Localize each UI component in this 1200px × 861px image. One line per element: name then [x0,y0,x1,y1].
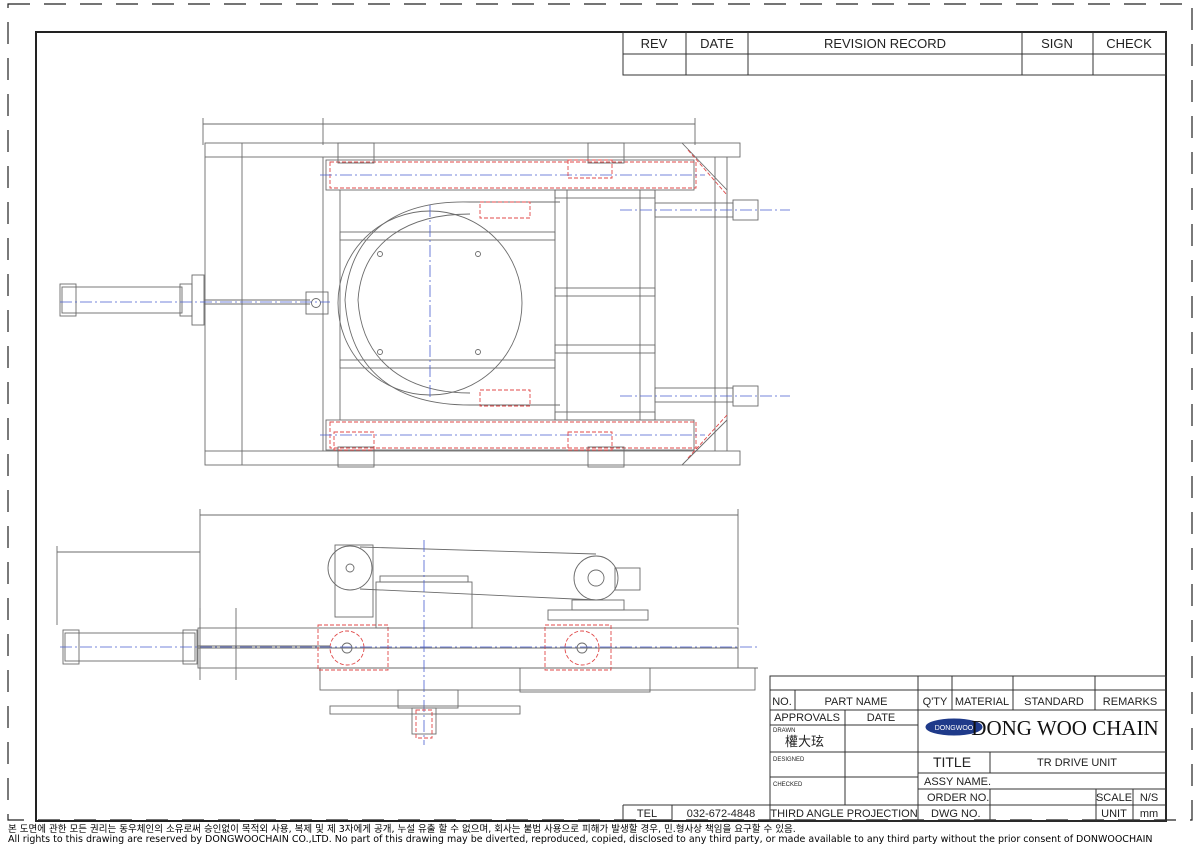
title-label: TITLE [933,754,971,770]
unit-value: mm [1140,808,1158,820]
tel-value: 032-672-4848 [687,808,756,820]
scale-value: N/S [1140,792,1158,804]
korean-rights-notice: 본 도면에 관한 모든 권리는 동우체인의 소유로써 승인없이 목적외 사용, … [8,824,796,835]
qty-header: Q'TY [923,696,948,708]
parts-list: NO. PART NAME Q'TY MATERIAL STANDARD REM… [769,675,1167,711]
rev-header: REV [641,36,668,51]
standard-header: STANDARD [1024,696,1084,708]
check-header: CHECK [1106,36,1152,51]
projection-label: THIRD ANGLE PROJECTION [770,808,917,820]
english-rights-notice: All rights to this drawing are reserved … [8,834,1153,845]
title-block: APPROVALS DATE DRAWN 權大玹 DESIGNED CHECKE… [622,709,1167,822]
remarks-header: REMARKS [1103,696,1157,708]
material-header: MATERIAL [955,696,1009,708]
elevation-view [56,509,760,745]
no-header: NO. [772,696,792,708]
unit-label: UNIT [1101,808,1127,820]
part-name-header: PART NAME [825,696,888,708]
company-name: DONG WOO CHAIN [971,716,1158,740]
plan-view [59,118,790,468]
drawn-by: 權大玹 [785,734,824,750]
title-value: TR DRIVE UNIT [1037,757,1117,769]
tel-label: TEL [637,808,657,820]
revision-block: REV DATE REVISION RECORD SIGN CHECK [622,31,1167,76]
drawn-label: DRAWN [773,728,795,734]
dwg-no-label: DWG NO. [931,808,981,820]
sign-header: SIGN [1041,36,1073,51]
designed-label: DESIGNED [773,757,805,763]
revision-record-header: REVISION RECORD [824,36,946,51]
date-header: DATE [700,36,734,51]
drawing-sheet: REV DATE REVISION RECORD SIGN CHECK NO. … [7,3,1193,822]
order-no-label: ORDER NO. [927,792,989,804]
company-logo-text: DONGWOO [935,725,974,732]
approvals-date-label: DATE [867,712,896,724]
approvals-label: APPROVALS [774,712,840,724]
checked-label: CHECKED [773,782,803,788]
assy-name-label: ASSY NAME. [924,776,991,788]
scale-label: SCALE [1096,792,1132,804]
